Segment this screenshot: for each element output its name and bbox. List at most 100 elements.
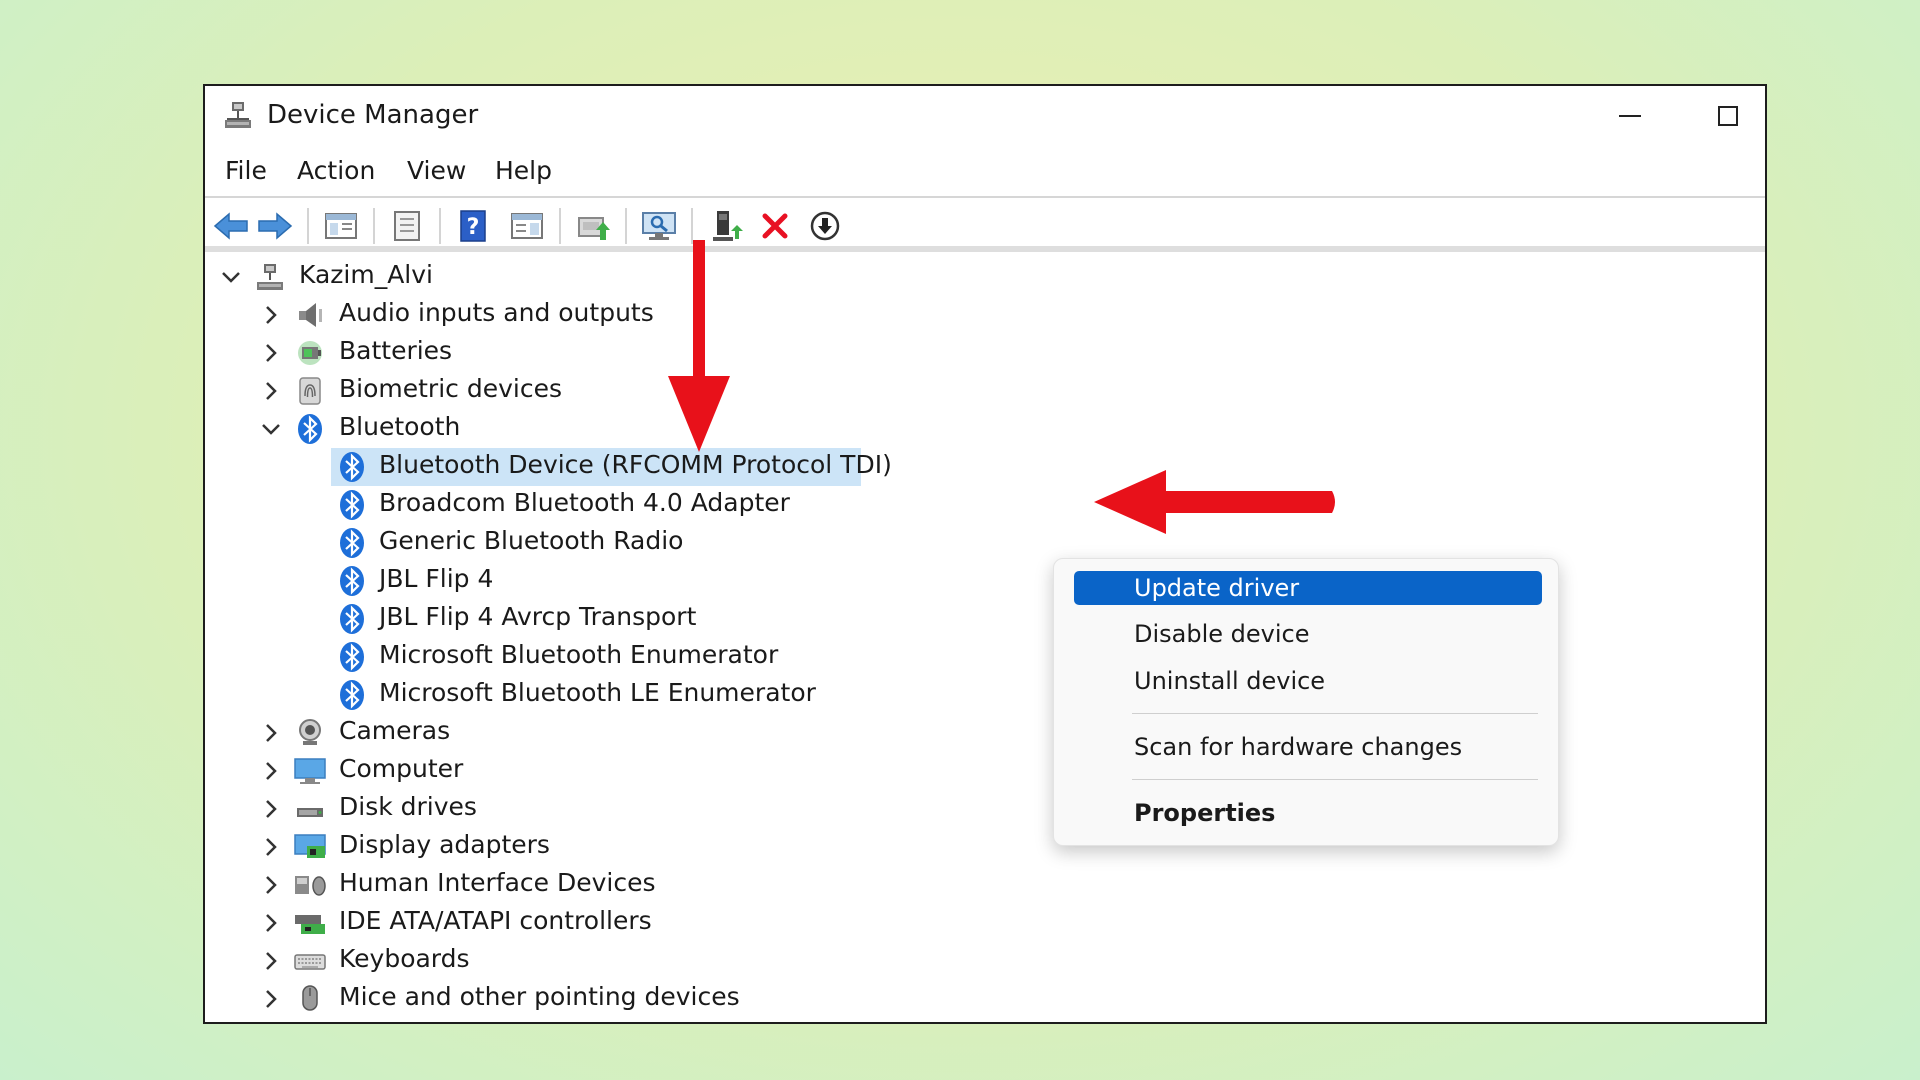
maximize-icon xyxy=(1718,106,1738,126)
category-label: Human Interface Devices xyxy=(339,868,656,897)
uninstall-device-button[interactable] xyxy=(755,206,795,246)
tree-category[interactable]: Keyboards xyxy=(205,942,1765,980)
chevron-right-icon[interactable] xyxy=(259,949,283,973)
chevron-right-icon[interactable] xyxy=(259,987,283,1011)
uninstall-device-icon xyxy=(762,213,788,239)
hid-icon xyxy=(293,868,327,902)
tree-device[interactable]: Generic Bluetooth Radio xyxy=(205,524,1765,562)
scan-hardware-icon xyxy=(642,212,676,240)
menu-help[interactable]: Help xyxy=(495,156,552,185)
category-label: Cameras xyxy=(339,716,451,745)
back-button[interactable] xyxy=(211,206,251,246)
toolbar-separator xyxy=(307,208,309,244)
back-arrow-icon xyxy=(213,212,248,240)
properties-icon xyxy=(394,211,420,241)
chevron-right-icon[interactable] xyxy=(259,911,283,935)
bluetooth-icon xyxy=(335,678,369,712)
tree-device[interactable]: Broadcom Bluetooth 4.0 Adapter xyxy=(205,486,1765,524)
update-driver-menu-item[interactable]: Update driver xyxy=(1074,571,1542,605)
chevron-right-icon[interactable] xyxy=(259,835,283,859)
battery-icon xyxy=(293,336,327,370)
chevron-right-icon[interactable] xyxy=(259,303,283,327)
scan-hardware-menu-item[interactable]: Scan for hardware changes xyxy=(1074,730,1542,764)
disable-device-button[interactable] xyxy=(805,206,845,246)
category-label: Mice and other pointing devices xyxy=(339,982,740,1011)
menu-item-label: Update driver xyxy=(1134,574,1300,602)
chevron-right-icon[interactable] xyxy=(259,873,283,897)
device-label: Bluetooth Device (RFCOMM Protocol TDI) xyxy=(379,450,892,479)
help-icon: ? xyxy=(460,210,486,242)
tree-category[interactable]: Bluetooth xyxy=(205,410,1765,448)
toolbar-separator xyxy=(373,208,375,244)
maximize-button[interactable] xyxy=(1693,90,1763,142)
scan-hardware-button[interactable] xyxy=(639,206,679,246)
tree-device-selected[interactable]: Bluetooth Device (RFCOMM Protocol TDI) xyxy=(205,448,1765,486)
mouse-icon xyxy=(293,982,327,1016)
forward-arrow-icon xyxy=(258,212,293,240)
toolbar-separator xyxy=(625,208,627,244)
tree-category[interactable]: Audio inputs and outputs xyxy=(205,296,1765,334)
tree-category[interactable]: Batteries xyxy=(205,334,1765,372)
bluetooth-icon xyxy=(335,450,369,484)
camera-icon xyxy=(293,716,327,750)
keyboard-icon xyxy=(293,944,327,978)
menu-bar: File Action View Help xyxy=(205,146,1765,198)
device-label: Microsoft Bluetooth LE Enumerator xyxy=(379,678,816,707)
menu-view[interactable]: View xyxy=(407,156,466,185)
action-pane-icon xyxy=(511,213,543,239)
tree-category[interactable]: IDE ATA/ATAPI controllers xyxy=(205,904,1765,942)
chevron-down-icon[interactable] xyxy=(259,417,283,441)
bluetooth-icon xyxy=(293,412,327,446)
menu-file[interactable]: File xyxy=(225,156,267,185)
ide-controller-icon xyxy=(293,906,327,940)
disk-drive-icon xyxy=(293,792,327,826)
bluetooth-icon xyxy=(335,602,369,636)
update-driver-button[interactable] xyxy=(573,206,613,246)
bluetooth-icon xyxy=(335,564,369,598)
toolbar-separator xyxy=(559,208,561,244)
device-label: Generic Bluetooth Radio xyxy=(379,526,684,555)
title-bar: Device Manager xyxy=(205,86,1765,146)
menu-item-label: Uninstall device xyxy=(1134,667,1326,695)
category-label: Batteries xyxy=(339,336,453,365)
category-label: Bluetooth xyxy=(339,412,461,441)
enable-device-button[interactable] xyxy=(707,206,747,246)
monitor-icon xyxy=(293,754,327,788)
bluetooth-icon xyxy=(335,526,369,560)
category-label: Display adapters xyxy=(339,830,550,859)
tree-category[interactable]: Human Interface Devices xyxy=(205,866,1765,904)
toolbar-separator xyxy=(439,208,441,244)
help-button[interactable]: ? xyxy=(453,206,493,246)
show-hide-console-tree-icon xyxy=(325,213,357,239)
action-pane-button[interactable] xyxy=(507,206,547,246)
chevron-right-icon[interactable] xyxy=(259,759,283,783)
disable-device-menu-item[interactable]: Disable device xyxy=(1074,617,1542,651)
chevron-right-icon[interactable] xyxy=(259,379,283,403)
properties-menu-item[interactable]: Properties xyxy=(1074,796,1542,830)
chevron-right-icon[interactable] xyxy=(259,721,283,745)
device-label: Broadcom Bluetooth 4.0 Adapter xyxy=(379,488,790,517)
computer-tree-icon xyxy=(253,260,287,294)
category-label: Keyboards xyxy=(339,944,470,973)
toolbar: ? xyxy=(205,198,1765,252)
device-label: JBL Flip 4 xyxy=(379,564,494,593)
properties-button[interactable] xyxy=(387,206,427,246)
enable-device-icon xyxy=(713,211,743,241)
speaker-icon xyxy=(293,298,327,332)
show-hide-console-tree-button[interactable] xyxy=(321,206,361,246)
uninstall-device-menu-item[interactable]: Uninstall device xyxy=(1074,664,1542,698)
minimize-icon xyxy=(1619,115,1641,117)
tree-category[interactable]: Mice and other pointing devices xyxy=(205,980,1765,1018)
device-manager-window: Device Manager File Action View Help ? K… xyxy=(203,84,1767,1024)
menu-action[interactable]: Action xyxy=(297,156,375,185)
minimize-button[interactable] xyxy=(1595,90,1665,142)
forward-button[interactable] xyxy=(255,206,295,246)
chevron-right-icon[interactable] xyxy=(259,341,283,365)
chevron-down-icon[interactable] xyxy=(219,265,243,289)
category-label: Audio inputs and outputs xyxy=(339,298,654,327)
tree-root[interactable]: Kazim_Alvi xyxy=(205,258,1765,296)
category-label: Biometric devices xyxy=(339,374,562,403)
chevron-right-icon[interactable] xyxy=(259,797,283,821)
tree-category[interactable]: Biometric devices xyxy=(205,372,1765,410)
category-label: Computer xyxy=(339,754,464,783)
